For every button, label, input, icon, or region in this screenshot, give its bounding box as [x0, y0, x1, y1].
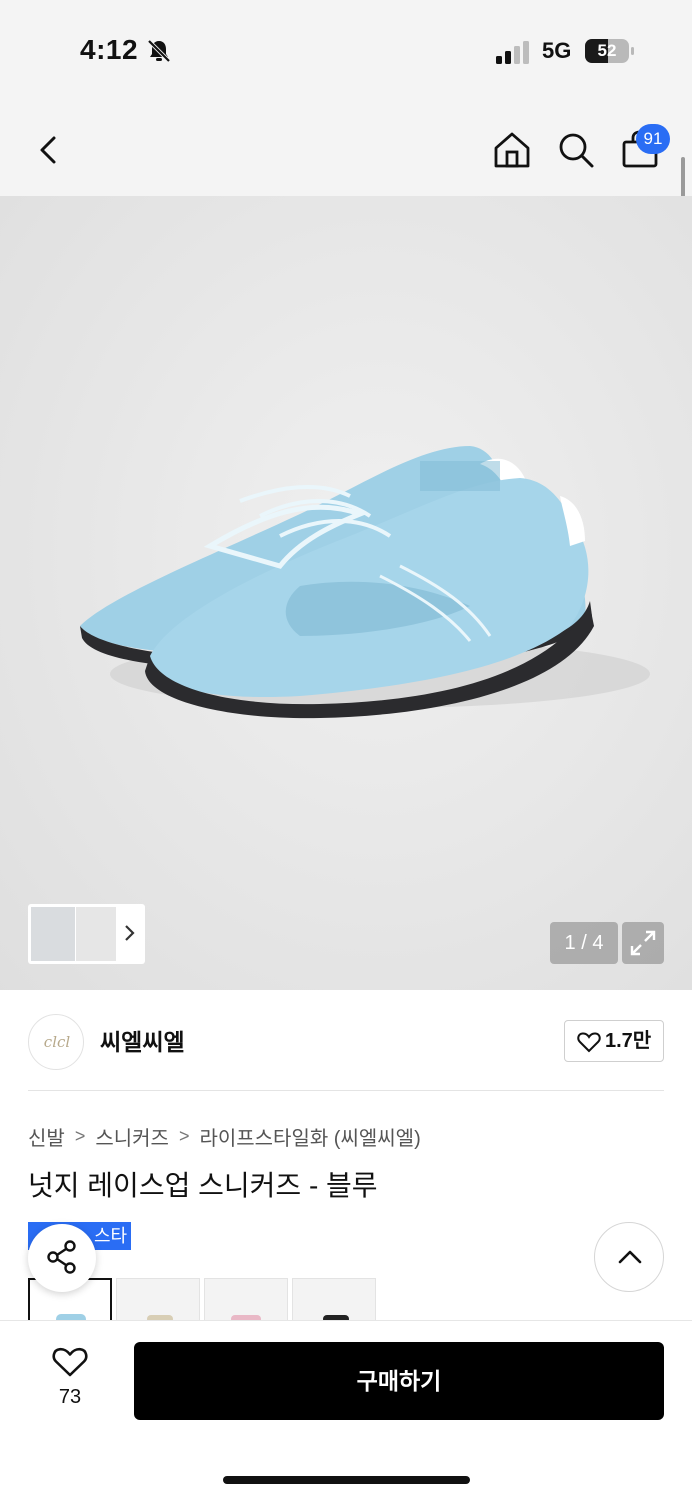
- chevron-right-icon: >: [178, 1125, 190, 1146]
- product-image: [0, 196, 692, 990]
- chevron-right-icon: >: [74, 1125, 86, 1146]
- breadcrumb-item[interactable]: 라이프스타일화 (씨엘씨엘): [199, 1122, 420, 1151]
- product-badge-label: 스타: [94, 1226, 128, 1246]
- chevron-left-icon[interactable]: [28, 128, 72, 172]
- divider: [28, 1090, 664, 1091]
- battery-level: 52: [597, 41, 617, 60]
- wishlist-count: 73: [58, 1386, 82, 1408]
- brand-like-button[interactable]: 1.7만: [564, 1020, 664, 1062]
- thumbnail-strip[interactable]: [28, 904, 145, 964]
- brand-like-count: 1.7만: [605, 1030, 652, 1052]
- color-option-beige[interactable]: [116, 1278, 200, 1320]
- share-button[interactable]: [28, 1224, 96, 1292]
- color-option-black[interactable]: [292, 1278, 376, 1320]
- wishlist-button[interactable]: 73: [40, 1342, 100, 1412]
- expand-icon: [630, 930, 656, 956]
- breadcrumb-item[interactable]: 신발: [28, 1122, 65, 1151]
- thumbnail-2[interactable]: [76, 907, 116, 961]
- svg-text:clcl: clcl: [44, 1033, 71, 1051]
- network-label: 5G: [542, 38, 572, 63]
- status-bar: 4:12 5G 52: [0, 0, 692, 100]
- image-page-counter: 1 / 4: [550, 922, 618, 964]
- product-title: 넛지 레이스업 스니커즈 - 블루: [28, 1170, 378, 1201]
- brand-logo-mark: clcl: [44, 1033, 71, 1051]
- battery-icon: 52: [585, 39, 635, 63]
- chevron-right-icon[interactable]: [120, 918, 140, 948]
- breadcrumb: 신발 > 스니커즈 > 라이프스타일화 (씨엘씨엘): [28, 1121, 421, 1151]
- chevron-up-icon: [618, 1250, 642, 1264]
- breadcrumb-item[interactable]: 스니커즈: [95, 1122, 169, 1151]
- status-time: 4:12: [80, 34, 139, 65]
- bell-slash-icon: [147, 39, 171, 63]
- scroll-to-top-button[interactable]: [594, 1222, 664, 1292]
- buy-button[interactable]: 구매하기: [134, 1342, 664, 1420]
- color-option-pink[interactable]: [204, 1278, 288, 1320]
- heart-icon: [52, 1347, 88, 1377]
- expand-button[interactable]: [622, 922, 664, 964]
- brand-logo[interactable]: clcl: [28, 1014, 84, 1070]
- brand-name[interactable]: 씨엘씨엘: [100, 1026, 185, 1058]
- signal-icon: [496, 41, 529, 64]
- search-icon[interactable]: [554, 128, 598, 172]
- cart-count-badge: 91: [636, 124, 670, 154]
- share-icon: [47, 1240, 76, 1274]
- thumbnail-1[interactable]: [31, 907, 75, 961]
- heart-icon: [577, 1032, 601, 1053]
- product-image-gallery[interactable]: 1 / 4: [0, 196, 692, 990]
- home-indicator: [223, 1476, 470, 1484]
- home-icon[interactable]: [490, 128, 534, 172]
